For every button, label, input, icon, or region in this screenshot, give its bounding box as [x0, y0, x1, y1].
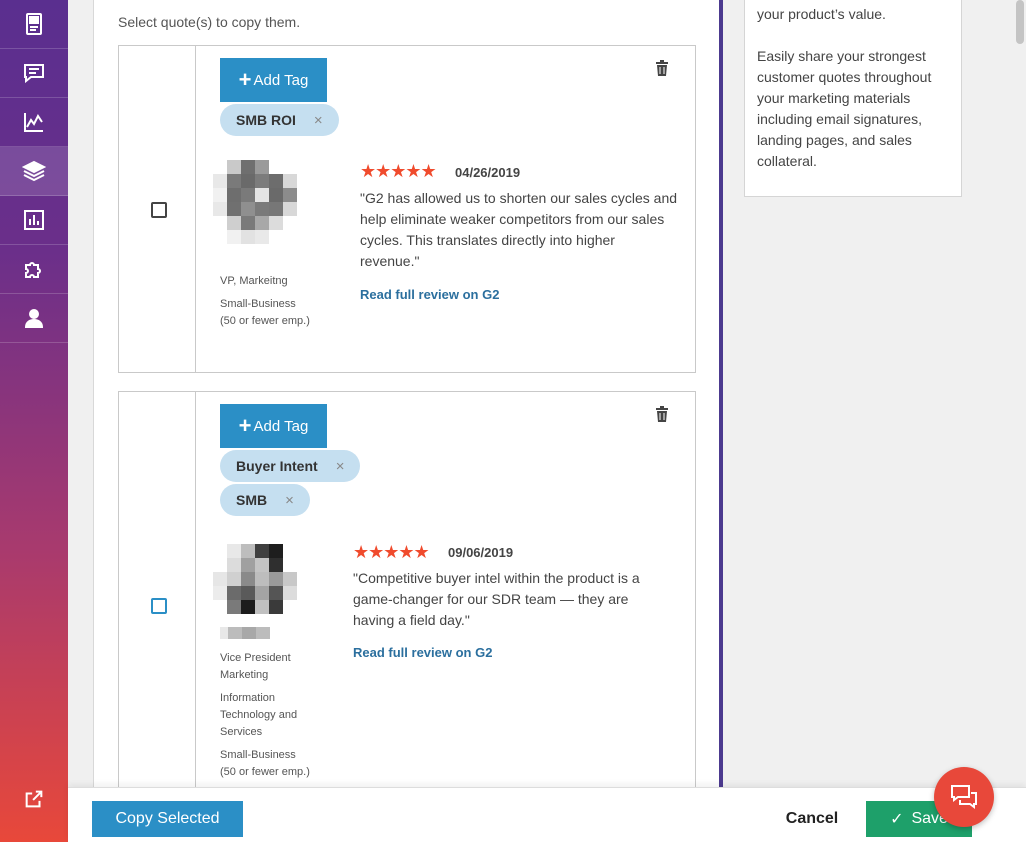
info-paragraph: Easily share your strongest customer quo… — [757, 48, 932, 169]
checkmark-icon: ✓ — [890, 811, 904, 828]
info-sidebar: your product’s value. Easily share your … — [723, 0, 1026, 790]
star-rating: ★★★★★ — [360, 161, 437, 181]
trash-icon[interactable] — [655, 60, 669, 76]
tag-chip: Buyer Intent × — [220, 450, 361, 482]
cancel-button[interactable]: Cancel — [762, 801, 862, 837]
quote-text: "G2 has allowed us to shorten our sales … — [360, 190, 678, 269]
info-partial-line: your product’s value. — [757, 6, 886, 22]
sidebar-item-analytics[interactable] — [0, 98, 68, 147]
quote-card: + Add Tag Buyer Intent × SMB × Vice Preside… — [118, 391, 696, 790]
review-date: 04/26/2019 — [455, 165, 521, 180]
tag-chip: SMB × — [220, 484, 310, 516]
checkbox-column — [119, 46, 196, 372]
reviewer-name-redacted — [220, 627, 270, 639]
puzzle-icon — [25, 262, 41, 278]
sidebar-item-profile[interactable] — [0, 294, 68, 343]
read-review-link[interactable]: Read full review on G2 — [353, 645, 492, 660]
sidebar-item-reviews[interactable] — [0, 49, 68, 98]
quote-card: + Add Tag SMB ROI × VP, Markeitng Small-Bu… — [118, 45, 696, 373]
checkbox-column — [119, 392, 196, 790]
review-date: 09/06/2019 — [448, 545, 514, 560]
reviewer-info: VP, Markeitng Small-Business (50 or fewe… — [220, 275, 310, 327]
external-link-button[interactable] — [0, 784, 68, 814]
remove-tag-icon[interactable]: × — [314, 112, 323, 129]
copy-selected-button[interactable]: Copy Selected — [92, 801, 243, 837]
quote-checkbox[interactable] — [151, 598, 167, 614]
quote-selection-panel: Select quote(s) to copy them. + Add Tag S… — [93, 0, 719, 790]
remove-tag-icon[interactable]: × — [336, 458, 345, 475]
document-icon — [26, 13, 42, 35]
quote-text: "Competitive buyer intel within the prod… — [353, 570, 640, 628]
chat-bubble-button[interactable] — [934, 767, 994, 827]
user-icon — [24, 309, 44, 328]
reviewer-info: Vice President Marketing Information Tec… — [220, 652, 310, 778]
quote-checkbox[interactable] — [151, 202, 167, 218]
sidebar-item-document[interactable] — [0, 0, 68, 49]
sidebar-item-reports[interactable] — [0, 196, 68, 245]
avatar — [213, 544, 297, 628]
read-review-link[interactable]: Read full review on G2 — [360, 287, 499, 302]
report-icon — [24, 210, 44, 230]
chat-icon — [951, 785, 977, 809]
trash-icon[interactable] — [655, 406, 669, 422]
add-tag-button[interactable]: + Add Tag — [220, 404, 327, 448]
layers-icon — [22, 160, 46, 182]
instruction-text: Select quote(s) to copy them. — [118, 14, 301, 30]
plus-icon: + — [238, 67, 252, 92]
avatar — [213, 160, 297, 244]
add-tag-button[interactable]: + Add Tag — [220, 58, 327, 102]
tag-chip: SMB ROI × — [220, 104, 339, 136]
info-box: your product’s value. Easily share your … — [744, 0, 962, 197]
star-rating: ★★★★★ — [353, 542, 430, 562]
chat-icon — [24, 64, 44, 84]
chart-icon — [24, 113, 43, 132]
remove-tag-icon[interactable]: × — [285, 492, 294, 509]
sidebar-item-content[interactable] — [0, 147, 68, 196]
footer-bar: Copy Selected Cancel ✓ Save — [68, 787, 1026, 842]
sidebar-item-integrations[interactable] — [0, 245, 68, 294]
plus-icon: + — [238, 413, 252, 438]
external-link-icon — [25, 790, 43, 808]
scrollbar-thumb[interactable] — [1016, 0, 1024, 44]
sidebar — [0, 0, 68, 842]
